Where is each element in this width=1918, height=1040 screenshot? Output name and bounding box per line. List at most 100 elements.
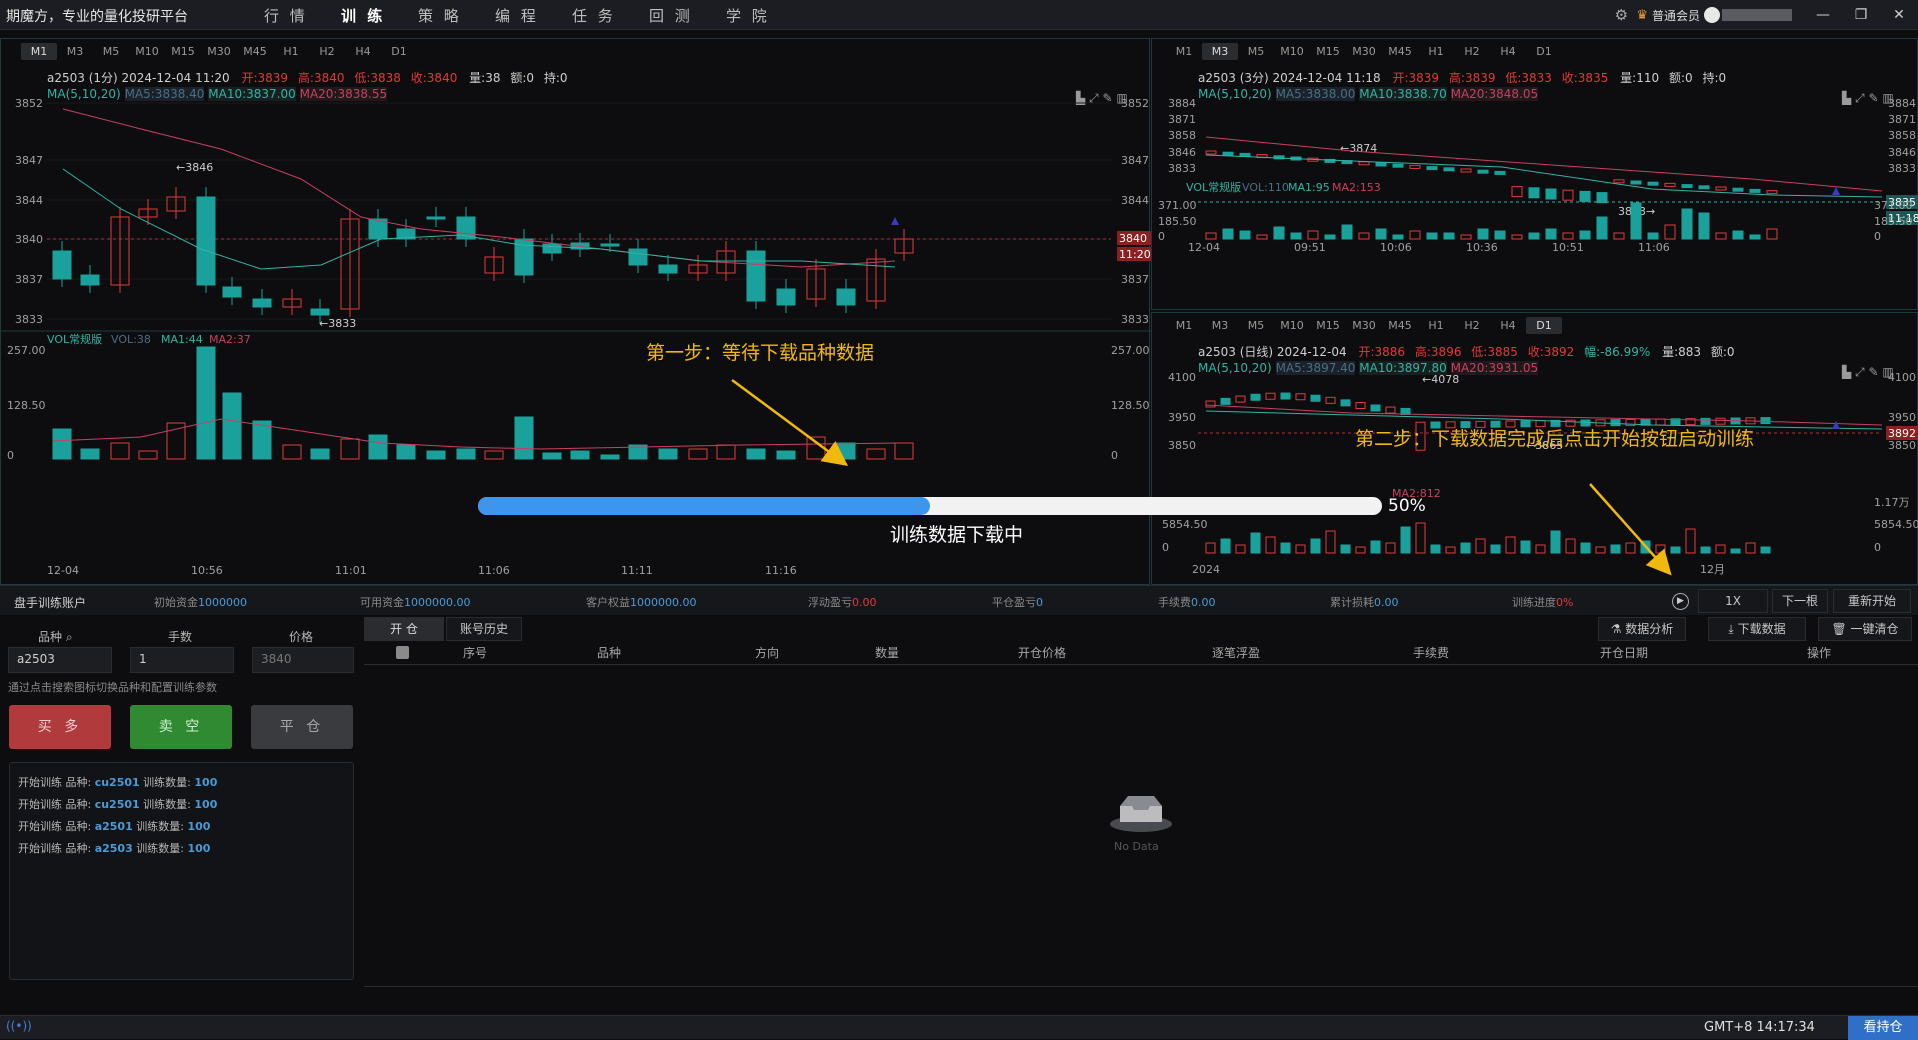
volume-bar bbox=[1625, 542, 1636, 554]
col-actions: 操作 bbox=[1807, 646, 1832, 660]
volume-bar bbox=[1256, 234, 1268, 240]
volume-bar bbox=[1477, 228, 1489, 240]
download-data-button[interactable]: ⤓ 下载数据 bbox=[1708, 617, 1806, 641]
x-tick: 10:51 bbox=[1552, 241, 1584, 254]
candle bbox=[1239, 152, 1251, 157]
volume-bar bbox=[1647, 232, 1659, 240]
vol-tick-right: 1.17万 bbox=[1874, 496, 1910, 509]
empty-text: No Data bbox=[1114, 840, 1159, 853]
avatar[interactable] bbox=[1704, 7, 1720, 23]
volume-bar bbox=[1445, 546, 1456, 554]
vol-tick-right: 0 bbox=[1874, 230, 1881, 243]
training-log bbox=[9, 762, 354, 980]
download-icon: ⤓ bbox=[1728, 622, 1734, 636]
price-tick-right: 4100 bbox=[1888, 371, 1916, 384]
volume-bar bbox=[688, 448, 708, 460]
price-tick-right: 3844 bbox=[1121, 194, 1149, 207]
x-tick: 12月 bbox=[1700, 563, 1725, 576]
nav-programming[interactable]: 编 程 bbox=[495, 5, 572, 26]
candle bbox=[1732, 187, 1744, 192]
volume-bar bbox=[1392, 234, 1404, 240]
restart-button[interactable]: 重新开始 bbox=[1833, 589, 1911, 613]
volume-bar bbox=[1205, 542, 1216, 554]
sell-short-button[interactable]: 卖 空 bbox=[130, 705, 232, 749]
clear-all-button[interactable]: 🗑 一键清仓 bbox=[1818, 617, 1912, 641]
tab-account-history[interactable]: 账号历史 bbox=[446, 617, 522, 641]
connection-icon: ((•)) bbox=[6, 1019, 32, 1033]
price-input[interactable]: 3840 bbox=[252, 647, 354, 673]
vol-ma1: MA1:95 bbox=[1288, 181, 1330, 194]
symbol-input[interactable]: a2503 bbox=[8, 647, 112, 673]
time-tag: 11:20 bbox=[1119, 248, 1151, 261]
volume-bar bbox=[1520, 540, 1531, 554]
volume-bar bbox=[600, 454, 620, 460]
candle bbox=[1385, 406, 1396, 414]
close-position-button[interactable]: 平 仓 bbox=[251, 705, 353, 749]
ma20-line bbox=[62, 108, 896, 268]
nav-training[interactable]: 训 练 bbox=[341, 5, 418, 26]
clock-text: GMT+8 14:17:34 bbox=[1704, 1020, 1815, 1035]
volume-bar bbox=[340, 438, 360, 460]
settings-icon[interactable]: ⚙ bbox=[1606, 6, 1636, 24]
volume-bar bbox=[1355, 546, 1366, 554]
volume-bar bbox=[1670, 546, 1681, 554]
x-tick: 11:01 bbox=[335, 564, 367, 577]
candle bbox=[1760, 417, 1771, 425]
tab-open-positions[interactable]: 开 仓 bbox=[364, 617, 444, 641]
account-loss: 累计损耗0.00 bbox=[1330, 596, 1399, 609]
search-icon[interactable]: ⌕ bbox=[66, 630, 73, 644]
data-analysis-button[interactable]: ⚗ 数据分析 bbox=[1598, 617, 1686, 641]
volume-bar bbox=[1550, 530, 1561, 554]
x-tick: 12-04 bbox=[1188, 241, 1220, 254]
col-open-price: 开仓价格 bbox=[1018, 646, 1067, 660]
maximize-button[interactable]: ❐ bbox=[1842, 7, 1880, 23]
account-available-funds: 可用资金1000000.00 bbox=[360, 596, 471, 609]
nav-strategy[interactable]: 策 略 bbox=[418, 5, 495, 26]
x-tick: 10:36 bbox=[1466, 241, 1498, 254]
x-tick: 10:06 bbox=[1380, 241, 1412, 254]
candle bbox=[1235, 395, 1246, 403]
buy-long-button[interactable]: 买 多 bbox=[9, 705, 111, 749]
next-bar-button[interactable]: 下一根 bbox=[1772, 589, 1828, 613]
app-brand: 期魔方，专业的量化投研平台 bbox=[6, 9, 188, 25]
nav-academy[interactable]: 学 院 bbox=[726, 5, 803, 26]
price-tag: 3892 bbox=[1888, 427, 1916, 440]
price-tag: 3840 bbox=[1119, 232, 1147, 245]
volume-bar bbox=[1745, 542, 1756, 554]
price-tick-right: 3852 bbox=[1121, 97, 1149, 110]
select-all-checkbox[interactable] bbox=[396, 646, 409, 659]
volume-bar bbox=[542, 452, 562, 460]
candle bbox=[1409, 164, 1421, 169]
ma10-line bbox=[62, 168, 896, 270]
x-tick: 10:56 bbox=[191, 564, 223, 577]
volume-bar bbox=[1250, 532, 1261, 554]
nav-backtest[interactable]: 回 测 bbox=[649, 5, 726, 26]
member-label[interactable]: 普通会员 bbox=[1652, 7, 1700, 24]
volume-bar bbox=[426, 450, 446, 460]
view-positions-button[interactable]: 看持仓 bbox=[1848, 1016, 1918, 1040]
price-label: 价格 bbox=[289, 630, 314, 644]
price-tick-left: 3950 bbox=[1168, 411, 1196, 424]
play-button[interactable]: ▶ bbox=[1672, 593, 1689, 610]
volume-bar bbox=[1265, 536, 1276, 554]
volume-bar bbox=[894, 442, 914, 460]
volume-bar bbox=[1341, 224, 1353, 240]
x-tick: 12-04 bbox=[47, 564, 79, 577]
nav-market[interactable]: 行 情 bbox=[264, 5, 341, 26]
nav-tasks[interactable]: 任 务 bbox=[572, 5, 649, 26]
trash-icon: 🗑 bbox=[1831, 622, 1847, 636]
title-bar: 期魔方，专业的量化投研平台 行 情 训 练 策 略 编 程 任 务 回 测 学 … bbox=[0, 0, 1918, 30]
x-tick: 11:16 bbox=[765, 564, 797, 577]
step1-annotation: 第一步：等待下载品种数据 bbox=[646, 342, 875, 364]
speed-selector[interactable]: 1X bbox=[1698, 589, 1768, 613]
candle bbox=[1370, 404, 1381, 412]
volume-bar bbox=[1766, 228, 1778, 240]
close-button[interactable]: ✕ bbox=[1880, 7, 1918, 23]
candle bbox=[1392, 163, 1404, 168]
right-top-chart-canvas[interactable]: 3884 3884 3871 3871 3858 3858 3846 3846 3833 3833… bbox=[1152, 39, 1918, 311]
price-tick-left: 3850 bbox=[1168, 439, 1196, 452]
minimize-button[interactable]: — bbox=[1804, 7, 1842, 23]
lots-input[interactable]: 1 bbox=[130, 647, 234, 673]
signal-marker bbox=[1832, 187, 1840, 195]
volume-bar bbox=[282, 444, 302, 460]
